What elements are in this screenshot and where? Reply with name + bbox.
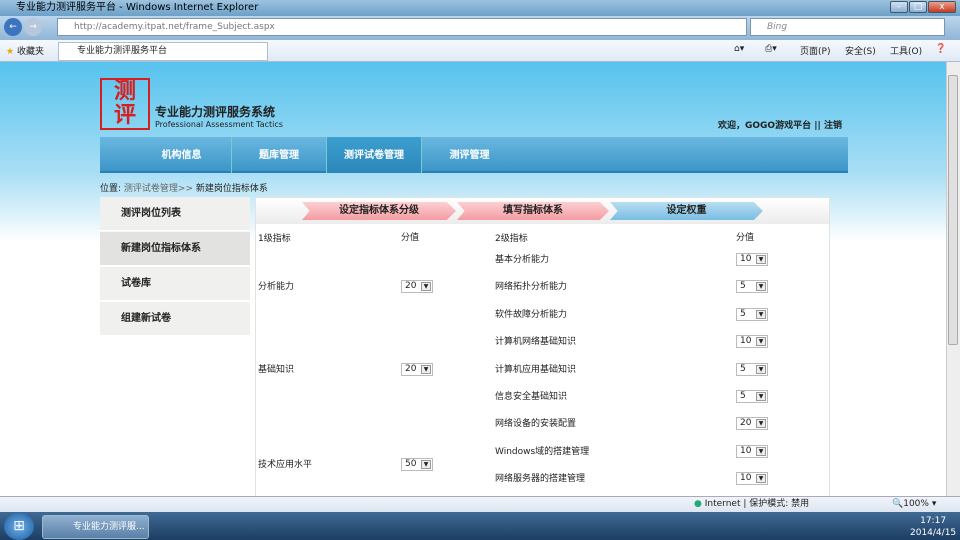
level1-name: 基础知识 <box>258 365 295 375</box>
site-subtitle: Professional Assessment Tactics <box>155 120 283 129</box>
help-icon[interactable]: ❓ <box>935 44 946 54</box>
level2-score-select[interactable]: 5 ▼ <box>736 362 768 376</box>
chevron-down-icon: ▼ <box>756 364 766 374</box>
level2-name: 信息安全基础知识 <box>495 392 568 402</box>
main-nav: 机构信息 题库管理 测评试卷管理 测评管理 <box>100 137 848 173</box>
nav-paper-management[interactable]: 测评试卷管理 <box>327 137 422 173</box>
nav-assessment-management[interactable]: 测评管理 <box>422 137 517 173</box>
level2-score-select[interactable]: 5 ▼ <box>736 280 768 294</box>
header-level1: 1级指标 <box>258 234 291 244</box>
address-bar[interactable]: http://academy.itpat.net/frame_Subject.a… <box>57 18 747 36</box>
browser-tab[interactable]: 专业能力测评服务平台 <box>58 42 268 61</box>
level2-name: 软件故障分析能力 <box>495 309 568 320</box>
breadcrumb: 位置: 测评试卷管理>> 新建岗位指标体系 <box>100 184 268 194</box>
home-icon[interactable]: ⌂▾ <box>734 44 744 54</box>
globe-icon: ● <box>694 499 702 509</box>
sidebar-item-new-index-system[interactable]: 新建岗位指标体系 <box>100 232 250 266</box>
level2-name: 网络服务器的搭建管理 <box>495 474 586 485</box>
back-button[interactable]: ← <box>4 18 22 36</box>
level1-score-select[interactable]: 20 ▼ <box>401 363 433 376</box>
chevron-down-icon: ▼ <box>756 282 766 292</box>
chevron-down-icon: ▼ <box>756 392 766 401</box>
search-input[interactable]: Bing <box>750 18 945 36</box>
header-score2: 分值 <box>736 233 755 243</box>
level2-score-select[interactable]: 5 ▼ <box>736 390 768 403</box>
status-bar: ● Internet | 保护模式: 禁用 🔍100% ▾ <box>0 496 960 512</box>
level1-name: 分析能力 <box>258 282 295 292</box>
step-2: 填写指标体系 <box>457 202 609 220</box>
chevron-down-icon: ▼ <box>421 365 431 374</box>
clock[interactable]: 17:17 2014/4/15 <box>910 515 956 539</box>
level2-name: 基本分析能力 <box>495 255 550 265</box>
level2-name: 计算机应用基础知识 <box>495 364 577 375</box>
level1-score-select[interactable]: 50 ▼ <box>401 458 433 471</box>
nav-question-bank[interactable]: 题库管理 <box>232 137 327 173</box>
safety-menu[interactable]: 安全(S) <box>845 44 876 57</box>
step-3: 设定权重 <box>610 202 763 220</box>
favorites-button[interactable]: ★ 收藏夹 <box>6 44 44 57</box>
logout-link[interactable]: 注销 <box>824 121 842 131</box>
site-title: 专业能力测评服务系统 <box>155 105 276 119</box>
level2-score-select[interactable]: 10 ▼ <box>736 472 768 486</box>
level2-name: 网络设备的安装配置 <box>495 419 577 430</box>
nav-org-info[interactable]: 机构信息 <box>132 137 232 173</box>
close-window-button[interactable]: x <box>928 1 956 13</box>
tools-menu[interactable]: 工具(O) <box>890 44 922 57</box>
level2-name: 网络拓扑分析能力 <box>495 282 568 293</box>
page-menu[interactable]: 页面(P) <box>800 44 830 57</box>
chevron-down-icon: ▼ <box>756 474 766 484</box>
level1-score-select[interactable]: 20 ▼ <box>401 280 433 293</box>
level2-score-select[interactable]: 5 ▼ <box>736 307 768 321</box>
header-score1: 分值 <box>401 233 420 243</box>
level2-name: Windows域的搭建管理 <box>495 446 590 457</box>
maximize-button[interactable]: □ <box>909 1 927 13</box>
level2-score-select[interactable]: 10 ▼ <box>736 335 768 349</box>
level2-score-select[interactable]: 20 ▼ <box>736 417 768 431</box>
sidebar-item-position-list[interactable]: 测评岗位列表 <box>100 197 250 231</box>
chevron-down-icon: ▼ <box>756 255 766 264</box>
sidebar-item-build-paper[interactable]: 组建新试卷 <box>100 302 250 336</box>
star-icon: ★ <box>6 47 15 57</box>
scrollbar-thumb[interactable] <box>948 75 958 345</box>
level2-name: 计算机网络基础知识 <box>495 337 577 348</box>
header-level2: 2级指标 <box>495 234 528 244</box>
forward-button[interactable]: → <box>24 18 42 36</box>
start-button[interactable]: ⊞ <box>4 513 34 540</box>
chevron-down-icon: ▼ <box>756 309 766 319</box>
chevron-down-icon: ▼ <box>421 282 431 291</box>
sidebar-item-paper-library[interactable]: 试卷库 <box>100 267 250 301</box>
chevron-down-icon: ▼ <box>756 337 766 347</box>
taskbar-ie-item[interactable]: 专业能力测评服... <box>42 515 149 539</box>
breadcrumb-parent[interactable]: 测评试卷管理>> <box>124 184 193 194</box>
minimize-button[interactable]: – <box>890 1 908 13</box>
welcome-text: 欢迎，GOGO游戏平台 || 注销 <box>718 121 842 131</box>
level2-score-select[interactable]: 10 ▼ <box>736 444 768 458</box>
level2-score-select[interactable]: 10 ▼ <box>736 253 768 266</box>
chevron-down-icon: ▼ <box>421 460 431 469</box>
zoom-level[interactable]: 🔍100% ▾ <box>892 497 936 512</box>
window-title: 专业能力测评服务平台 - Windows Internet Explorer <box>0 0 960 16</box>
chevron-down-icon: ▼ <box>756 419 766 429</box>
chevron-down-icon: ▼ <box>756 446 766 456</box>
level1-name: 技术应用水平 <box>258 460 313 470</box>
step-1: 设定指标体系分级 <box>302 202 456 220</box>
logo: 测评 <box>100 78 150 130</box>
status-zone: ● Internet | 保护模式: 禁用 <box>694 499 810 509</box>
print-icon[interactable]: ⎙▾ <box>765 44 777 54</box>
